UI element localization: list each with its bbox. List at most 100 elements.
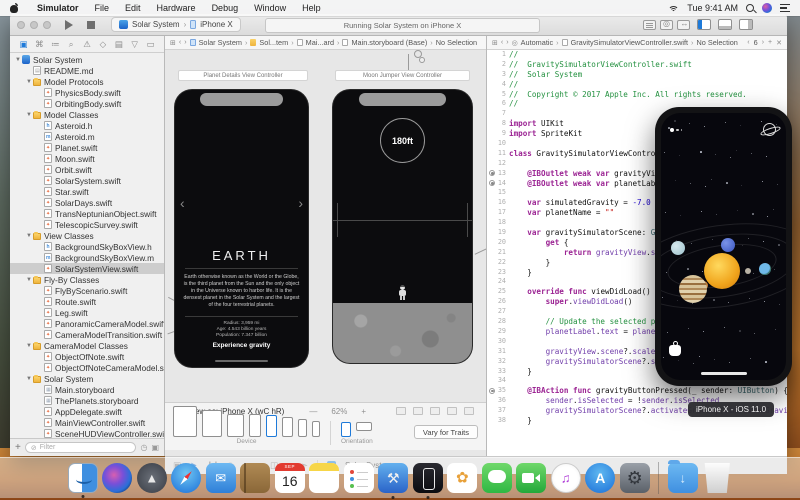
- file-tree-row[interactable]: ✦FlyByScenario.swift: [10, 285, 164, 296]
- device-option-3[interactable]: [249, 414, 261, 437]
- device-option-0[interactable]: [173, 406, 197, 437]
- next-issue-icon[interactable]: ›: [762, 39, 764, 46]
- file-tree-row[interactable]: ✦Planet.swift: [10, 142, 164, 153]
- connection-well-icon[interactable]: [489, 180, 495, 186]
- storyboard-canvas[interactable]: Planet Details View Controller ‹ › EARTH…: [165, 50, 486, 402]
- sim-home-indicator[interactable]: [701, 372, 747, 375]
- issue-navigator-icon[interactable]: ⚠: [82, 39, 93, 50]
- file-tree-row[interactable]: ✦ObjectOfNoteCameraModel.swift: [10, 362, 164, 373]
- toggle-debug-area-button[interactable]: [718, 19, 732, 30]
- scene1-phone-preview[interactable]: ‹ › EARTH Earth otherwise known as the W…: [175, 90, 308, 367]
- dock-item-siri[interactable]: [102, 463, 132, 493]
- dock-item-reminders[interactable]: [344, 463, 374, 493]
- file-tree-row[interactable]: hBackgroundSkyBoxView.h: [10, 241, 164, 252]
- file-tree-row[interactable]: ✦SolarDays.swift: [10, 197, 164, 208]
- dock-item-contacts[interactable]: [240, 463, 270, 493]
- code-line[interactable]: 3// Solar System: [487, 70, 787, 80]
- scene1-title[interactable]: Planet Details View Controller: [178, 70, 308, 81]
- menu-item-hardware[interactable]: Hardware: [149, 3, 204, 13]
- dock-item-launchpad[interactable]: ▲: [137, 463, 167, 493]
- scene2-phone-preview[interactable]: 180ft: [333, 90, 472, 363]
- dock-item-trash[interactable]: [702, 463, 732, 493]
- menu-item-help[interactable]: Help: [294, 3, 329, 13]
- embed-icon[interactable]: [413, 407, 423, 415]
- close-editor-icon[interactable]: ✕: [776, 39, 782, 47]
- report-navigator-icon[interactable]: ▭: [145, 39, 156, 50]
- breadcrumb-item[interactable]: Sol...tem: [250, 38, 288, 47]
- zoom-in-button[interactable]: +: [361, 407, 366, 416]
- resolve-icon[interactable]: [464, 407, 474, 415]
- file-tree-row[interactable]: ▼Solar System: [10, 54, 164, 65]
- dock-item-safari[interactable]: [171, 463, 201, 493]
- dock-item-itunes[interactable]: ♫: [551, 463, 581, 493]
- toggle-inspector-button[interactable]: [739, 19, 753, 30]
- breadcrumb-item[interactable]: No Selection: [436, 38, 477, 47]
- code-line[interactable]: 1//: [487, 50, 787, 60]
- code-line[interactable]: 2// GravitySimulatorViewController.swift: [487, 60, 787, 70]
- back-icon[interactable]: ‹: [179, 39, 181, 46]
- disclosure-icon[interactable]: ▼: [25, 343, 33, 349]
- find-navigator-icon[interactable]: ⌕: [66, 39, 77, 50]
- file-tree-row[interactable]: mAsteroid.m: [10, 131, 164, 142]
- disclosure-icon[interactable]: ▼: [25, 79, 33, 85]
- debug-navigator-icon[interactable]: ▤: [113, 39, 124, 50]
- dock-item-system-preferences[interactable]: ⚙: [620, 463, 650, 493]
- update-frames-icon[interactable]: [396, 407, 406, 415]
- prev-issue-icon[interactable]: ‹: [747, 39, 749, 46]
- orientation-landscape[interactable]: [356, 422, 372, 431]
- menu-item-edit[interactable]: Edit: [117, 3, 149, 13]
- file-tree-row[interactable]: ▼View Classes: [10, 230, 164, 241]
- file-tree-row[interactable]: ✦ObjectOfNote.swift: [10, 351, 164, 362]
- menu-app[interactable]: Simulator: [29, 3, 87, 13]
- dock-item-app-store[interactable]: A: [585, 463, 615, 493]
- orientation-portrait[interactable]: [341, 422, 351, 437]
- breadcrumb-item[interactable]: Mai...ard: [297, 38, 334, 47]
- file-tree-row[interactable]: ▤README.md: [10, 65, 164, 76]
- notification-center-icon[interactable]: [780, 4, 790, 12]
- forward-icon[interactable]: ›: [184, 39, 186, 46]
- connection-well-icon[interactable]: [489, 388, 495, 394]
- add-button[interactable]: +: [15, 442, 21, 453]
- file-tree-row[interactable]: ✦Moon.swift: [10, 153, 164, 164]
- scheme-selector[interactable]: Solar System › iPhone X: [111, 17, 241, 32]
- file-tree-row[interactable]: ▼Model Classes: [10, 109, 164, 120]
- file-tree-row[interactable]: ✦PhysicsBody.swift: [10, 87, 164, 98]
- menu-item-debug[interactable]: Debug: [204, 3, 247, 13]
- file-tree-row[interactable]: ▼Fly-By Classes: [10, 274, 164, 285]
- disclosure-icon[interactable]: ▼: [25, 112, 33, 118]
- device-option-2[interactable]: [227, 414, 244, 437]
- file-tree-row[interactable]: hAsteroid.h: [10, 120, 164, 131]
- file-tree-row[interactable]: ▼Solar System: [10, 373, 164, 384]
- test-navigator-icon[interactable]: ◇: [97, 39, 108, 50]
- file-tree-row[interactable]: ✦AppDelegate.swift: [10, 406, 164, 417]
- wifi-icon[interactable]: [668, 4, 679, 13]
- device-option-7[interactable]: [312, 421, 320, 437]
- file-tree-row[interactable]: ✦SceneHUDViewController.swift: [10, 428, 164, 438]
- back-icon[interactable]: ‹: [501, 39, 503, 46]
- device-option-1[interactable]: [202, 410, 222, 437]
- code-line[interactable]: 35 @IBAction func gravityButtonPressed(_…: [487, 386, 787, 396]
- file-tree-row[interactable]: ✦OrbitingBody.swift: [10, 98, 164, 109]
- file-tree-row[interactable]: ▦ThePlanets.storyboard: [10, 395, 164, 406]
- dock-item-mail[interactable]: ✉: [206, 463, 236, 493]
- device-option-5[interactable]: [282, 417, 293, 437]
- spotlight-icon[interactable]: [746, 4, 754, 12]
- file-tree-row[interactable]: ✦PanoramicCameraModel.swift: [10, 318, 164, 329]
- add-editor-icon[interactable]: +: [768, 39, 772, 46]
- disclosure-icon[interactable]: ▼: [25, 277, 33, 283]
- breadcrumb-item[interactable]: Solar System: [190, 38, 242, 47]
- file-tree-row[interactable]: ✦CameraModelTransition.swift: [10, 329, 164, 340]
- code-line[interactable]: 5// Copyright © 2017 Apple Inc. All righ…: [487, 90, 787, 100]
- pin-icon[interactable]: [447, 407, 457, 415]
- symbol-navigator-icon[interactable]: ≔: [50, 39, 61, 50]
- gravity-weight-icon[interactable]: [669, 344, 681, 356]
- file-tree-row[interactable]: ✦TransNeptunianObject.swift: [10, 208, 164, 219]
- menu-item-window[interactable]: Window: [246, 3, 294, 13]
- breadcrumb-item[interactable]: GravitySimulatorViewController.swift: [562, 38, 688, 47]
- saturn-menu-icon[interactable]: [763, 123, 776, 136]
- related-items-icon[interactable]: ⊞: [170, 39, 176, 47]
- dock-item-messages[interactable]: [482, 463, 512, 493]
- source-control-icon[interactable]: ⌘: [34, 39, 45, 50]
- dock-item-facetime[interactable]: [516, 463, 546, 493]
- dock-item-xcode[interactable]: ⚒: [378, 463, 408, 493]
